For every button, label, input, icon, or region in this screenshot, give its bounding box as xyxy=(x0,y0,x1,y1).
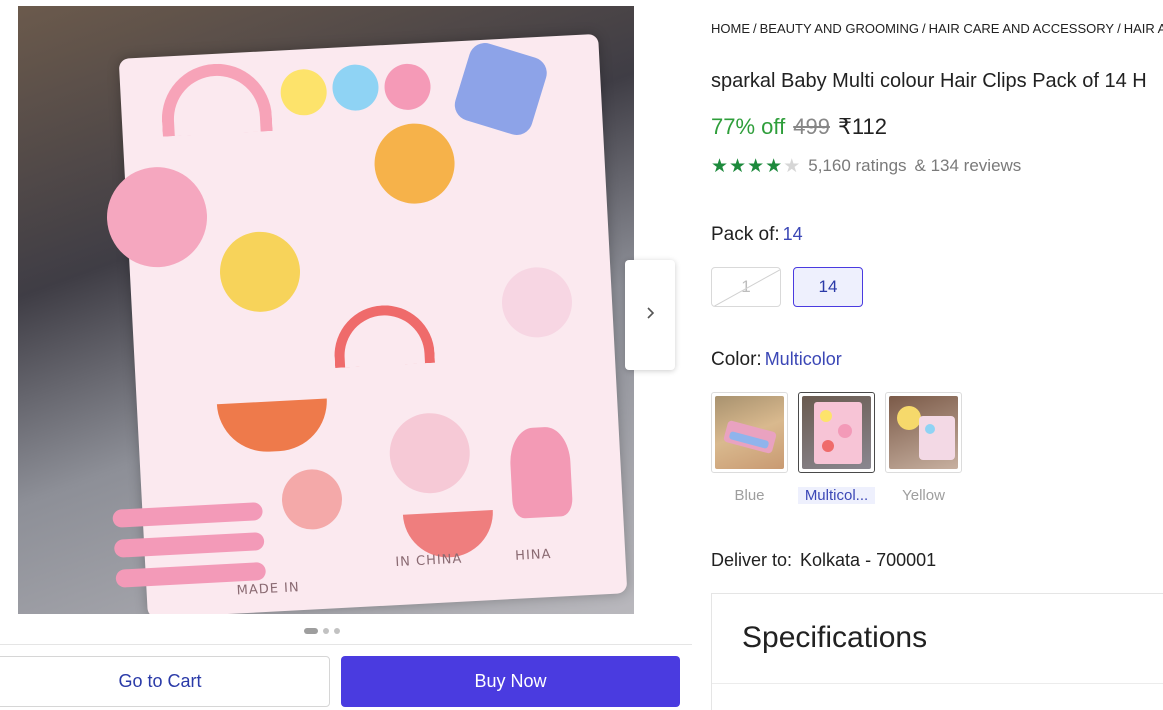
specifications-section[interactable]: Specifications xyxy=(711,593,1163,710)
original-price: 499 xyxy=(793,114,830,139)
product-title: sparkal Baby Multi colour Hair Clips Pac… xyxy=(711,70,1147,92)
product-details: HOME / BEAUTY AND GROOMING / HAIR CARE AND A… xyxy=(711,0,1163,710)
color-label: Color: Multicolor xyxy=(711,349,842,371)
color-label-text: Color: xyxy=(711,349,762,370)
swatch-thumbnail xyxy=(885,392,962,473)
go-to-cart-button[interactable]: Go to Cart xyxy=(0,656,330,707)
product-image[interactable]: MADE IN IN CHINA HINA xyxy=(18,6,634,614)
pack-label: Pack of: 14 xyxy=(711,224,803,246)
breadcrumb-hair-accessory[interactable]: HAIR ACC xyxy=(1124,21,1163,36)
breadcrumb-hair-care[interactable]: HAIR CARE AND ACCESSORY xyxy=(929,21,1114,36)
star-filled-icon: ★ xyxy=(747,155,765,177)
star-filled-icon: ★ xyxy=(711,155,729,177)
swatch-thumbnail xyxy=(711,392,788,473)
buy-now-button[interactable]: Buy Now xyxy=(341,656,680,707)
color-option-blue[interactable]: Blue xyxy=(711,392,788,504)
specifications-title: Specifications xyxy=(742,621,928,654)
delivery-location: Kolkata - 700001 xyxy=(800,550,937,570)
clip-display-card: MADE IN IN CHINA HINA xyxy=(104,33,628,614)
pack-selected-value: 14 xyxy=(782,224,803,244)
image-pagination xyxy=(304,628,340,634)
star-empty-icon: ★ xyxy=(783,155,801,177)
pagination-dot[interactable] xyxy=(304,628,318,634)
color-option-yellow[interactable]: Yellow xyxy=(885,392,962,504)
discount-percent: 77% off xyxy=(711,114,786,139)
reviews-count: & 134 reviews xyxy=(914,156,1022,175)
breadcrumb-home[interactable]: HOME xyxy=(711,21,750,36)
divider xyxy=(712,683,1163,684)
ratings-count: 5,160 ratings xyxy=(808,156,907,175)
breadcrumb-beauty[interactable]: BEAUTY AND GROOMING xyxy=(760,21,919,36)
star-filled-icon: ★ xyxy=(729,155,747,177)
color-swatches: Blue Multicol... Yellow xyxy=(711,392,962,504)
pack-label-text: Pack of: xyxy=(711,224,780,245)
color-option-multicolor[interactable]: Multicol... xyxy=(798,392,875,504)
image-caption: IN CHINA xyxy=(395,551,463,571)
rating-row[interactable]: ★ ★ ★ ★ ★ 5,160 ratings & 134 reviews xyxy=(711,156,1021,176)
action-bar: Go to Cart Buy Now xyxy=(0,644,692,710)
product-gallery: MADE IN IN CHINA HINA Go to Cart Buy Now xyxy=(0,0,692,710)
next-image-button[interactable] xyxy=(625,260,675,370)
pack-options: 1 14 xyxy=(711,267,863,307)
chevron-right-icon xyxy=(643,306,657,325)
swatch-label: Multicol... xyxy=(798,487,875,504)
image-caption: MADE IN xyxy=(236,580,301,599)
star-filled-icon: ★ xyxy=(765,155,783,177)
swatch-label: Blue xyxy=(734,487,765,504)
color-selected-value: Multicolor xyxy=(764,349,842,369)
pack-option-14[interactable]: 14 xyxy=(793,267,863,307)
pagination-dot[interactable] xyxy=(334,628,340,634)
delivery-row[interactable]: Deliver to: Kolkata - 700001 xyxy=(711,550,936,571)
pack-option-1[interactable]: 1 xyxy=(711,267,781,307)
swatch-label: Yellow xyxy=(902,487,945,504)
selling-price: ₹112 xyxy=(837,114,888,139)
price-row: 77% off 499 ₹112 xyxy=(711,114,887,140)
swatch-thumbnail xyxy=(798,392,875,473)
rating-stars: ★ ★ ★ ★ ★ xyxy=(711,157,800,176)
delivery-label: Deliver to: xyxy=(711,550,793,570)
pagination-dot[interactable] xyxy=(323,628,329,634)
breadcrumb: HOME / BEAUTY AND GROOMING / HAIR CARE AND A… xyxy=(711,21,1163,36)
image-caption: HINA xyxy=(514,546,552,564)
